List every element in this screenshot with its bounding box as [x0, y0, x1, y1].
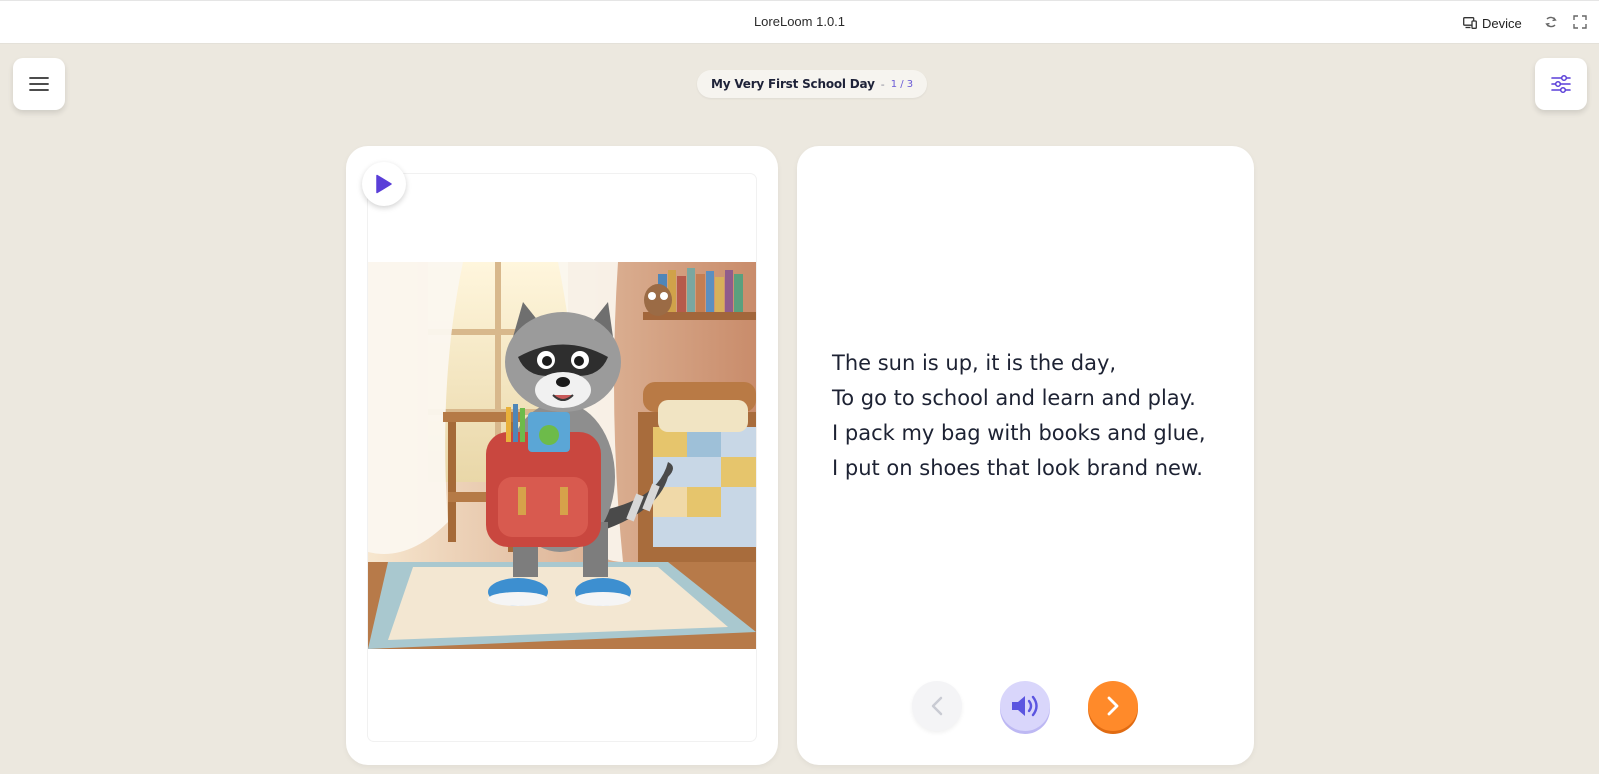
sliders-icon [1551, 74, 1571, 94]
app-title: LoreLoom 1.0.1 [753, 14, 846, 29]
fullscreen-icon[interactable] [1573, 15, 1587, 29]
title-separator: - [880, 77, 885, 91]
chevron-right-icon [1107, 696, 1119, 716]
story-title: My Very First School Day [711, 77, 875, 91]
menu-button[interactable] [13, 58, 65, 110]
top-bar: LoreLoom 1.0.1 Device [0, 0, 1599, 44]
previous-page-button[interactable] [912, 681, 962, 731]
story-text-card: The sun is up, it is the day, To go to s… [797, 146, 1254, 765]
read-aloud-button[interactable] [1000, 681, 1050, 731]
verse-line: I put on shoes that look brand new. [832, 456, 1203, 480]
page-indicator: 1 / 3 [890, 78, 914, 90]
verse-line: The sun is up, it is the day, [832, 351, 1117, 375]
story-illustration [368, 262, 756, 649]
verse-line: To go to school and learn and play. [832, 386, 1196, 410]
chevron-left-icon [931, 696, 943, 716]
rotate-icon[interactable] [1544, 15, 1558, 29]
device-button[interactable]: Device [1463, 13, 1522, 33]
story-verse: The sun is up, it is the day, To go to s… [832, 346, 1232, 486]
speaker-icon [1012, 695, 1038, 717]
play-button[interactable] [362, 162, 406, 206]
play-icon [376, 174, 392, 194]
verse-line: I pack my bag with books and glue, [832, 421, 1206, 445]
settings-button[interactable] [1535, 58, 1587, 110]
monitor-phone-icon [1463, 17, 1477, 29]
story-title-pill: My Very First School Day - 1 / 3 [697, 70, 928, 98]
device-label: Device [1482, 15, 1522, 31]
hamburger-menu-icon [29, 77, 49, 91]
next-page-button[interactable] [1088, 681, 1138, 731]
